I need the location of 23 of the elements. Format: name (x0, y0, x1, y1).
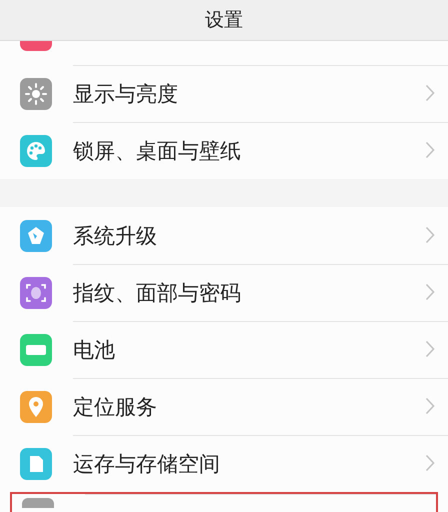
settings-item[interactable]: 系统升级 (0, 207, 448, 264)
page-title: 设置 (205, 8, 243, 33)
settings-item[interactable]: 指纹、面部与密码 (0, 264, 448, 321)
chevron-right-icon (425, 226, 435, 244)
highlighted-settings-item[interactable] (10, 492, 438, 512)
settings-item[interactable]: 运存与存储空间 (0, 435, 448, 492)
settings-item[interactable]: 电池 (0, 321, 448, 378)
item-label: 运存与存储空间 (73, 450, 220, 478)
chevron-right-icon (425, 283, 435, 301)
item-label: 指纹、面部与密码 (73, 280, 241, 306)
chevron-right-icon (425, 141, 435, 159)
item-label: 锁屏、桌面与壁纸 (73, 138, 241, 164)
item-label: 电池 (73, 336, 115, 364)
settings-item[interactable]: 定位服务 (0, 378, 448, 435)
chevron-right-icon (425, 84, 435, 102)
settings-item[interactable]: 锁屏、桌面与壁纸 (0, 122, 448, 179)
item-label: 定位服务 (73, 394, 157, 420)
settings-item[interactable]: 显示与亮度 (0, 65, 448, 122)
chevron-right-icon (425, 454, 435, 472)
item-label: 显示与亮度 (73, 80, 178, 108)
chevron-right-icon (425, 397, 435, 415)
item-label: 系统升级 (73, 222, 157, 250)
chevron-right-icon (425, 340, 435, 358)
